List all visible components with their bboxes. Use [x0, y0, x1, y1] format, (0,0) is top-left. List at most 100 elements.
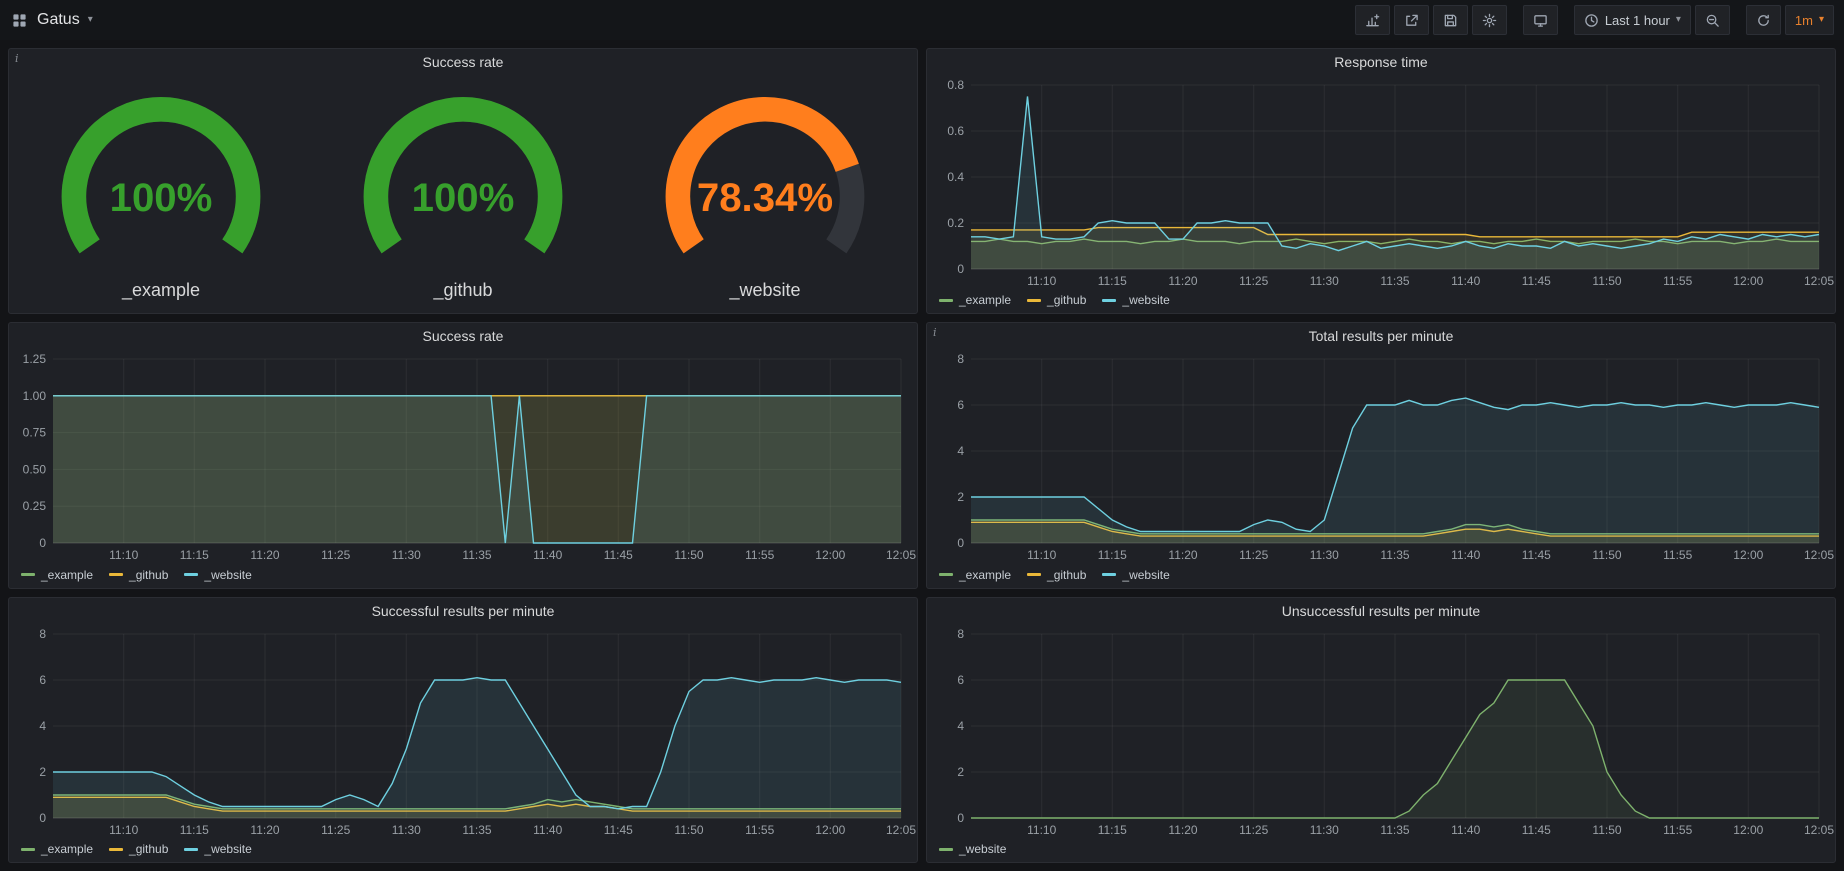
y-axis-tick-label: 0.50: [23, 463, 47, 477]
legend-item-_github[interactable]: _github: [1027, 293, 1086, 307]
gauge-label: _github: [433, 280, 492, 301]
save-dashboard-button[interactable]: [1433, 5, 1468, 35]
panel-title[interactable]: Success rate: [423, 54, 504, 70]
dashboard-grid-button[interactable]: [10, 5, 29, 35]
refresh-icon: [1756, 13, 1771, 28]
x-axis-tick-label: 12:05: [1804, 548, 1834, 562]
legend-item-_example[interactable]: _example: [21, 568, 93, 582]
x-axis-tick-label: 11:30: [392, 548, 421, 562]
x-axis-tick-label: 11:50: [674, 823, 703, 837]
chart-canvas[interactable]: 00.250.500.751.001.2511:1011:1511:2011:2…: [9, 349, 917, 565]
gauge-value: 100%: [110, 175, 213, 220]
chart-canvas[interactable]: 0246811:1011:1511:2011:2511:3011:3511:40…: [9, 624, 917, 840]
x-axis-tick-label: 11:50: [674, 548, 703, 562]
x-axis-tick-label: 11:10: [1027, 823, 1056, 837]
panel-header: Unsuccessful results per minute: [927, 598, 1835, 624]
panel-title[interactable]: Unsuccessful results per minute: [1282, 603, 1480, 619]
total-results-chart[interactable]: 0246811:1011:1511:2011:2511:3011:3511:40…: [927, 349, 1835, 565]
panel-info-icon[interactable]: i: [15, 52, 19, 65]
legend-item-_github[interactable]: _github: [109, 568, 168, 582]
share-dashboard-button[interactable]: [1394, 5, 1429, 35]
success-rate-chart[interactable]: 00.250.500.751.001.2511:1011:1511:2011:2…: [9, 349, 917, 565]
unsuccessful-results-chart[interactable]: 0246811:1011:1511:2011:2511:3011:3511:40…: [927, 624, 1835, 840]
x-axis-tick-label: 11:35: [1380, 823, 1409, 837]
panel-unsuccessful-results: Unsuccessful results per minute 0246811:…: [926, 597, 1836, 863]
successful-results-chart[interactable]: 0246811:1011:1511:2011:2511:3011:3511:40…: [9, 624, 917, 840]
legend-item-_example[interactable]: _example: [21, 842, 93, 856]
legend-item-_example[interactable]: _example: [939, 293, 1011, 307]
legend-item-_website[interactable]: _website: [939, 842, 1006, 856]
gauge-_github: 100%_github: [329, 88, 597, 301]
panel-title[interactable]: Response time: [1334, 54, 1427, 70]
y-axis-tick-label: 0.8: [947, 78, 964, 92]
y-axis-tick-label: 1.00: [23, 389, 47, 403]
x-axis-tick-label: 11:40: [1451, 548, 1480, 562]
legend-series-name: _example: [959, 293, 1011, 307]
x-axis-tick-label: 11:45: [1522, 274, 1551, 288]
legend-item-_website[interactable]: _website: [1102, 568, 1169, 582]
legend-item-_website[interactable]: _website: [184, 568, 251, 582]
panel-title[interactable]: Success rate: [423, 328, 504, 344]
grid-icon: [12, 13, 27, 28]
x-axis-tick-label: 11:10: [1027, 548, 1056, 562]
panel-title[interactable]: Total results per minute: [1309, 328, 1454, 344]
legend-item-_website[interactable]: _website: [184, 842, 251, 856]
zoom-out-time-range-button[interactable]: [1695, 5, 1730, 35]
refresh-interval-dropdown[interactable]: 1m ▾: [1785, 5, 1834, 35]
legend-item-_example[interactable]: _example: [939, 568, 1011, 582]
legend-item-_website[interactable]: _website: [1102, 293, 1169, 307]
x-axis-tick-label: 11:45: [1522, 823, 1551, 837]
panel-success-rate-timeseries: Success rate 00.250.500.751.001.2511:101…: [8, 322, 918, 588]
refresh-button[interactable]: [1746, 5, 1781, 35]
x-axis-tick-label: 11:30: [1310, 548, 1339, 562]
x-axis-tick-label: 11:45: [604, 548, 633, 562]
x-axis-tick-label: 11:35: [462, 823, 491, 837]
x-axis-tick-label: 11:55: [1663, 548, 1692, 562]
series-area-_website: [971, 398, 1819, 543]
cycle-view-mode-button[interactable]: [1523, 5, 1558, 35]
y-axis-tick-label: 0: [957, 262, 964, 276]
x-axis-tick-label: 11:20: [1168, 823, 1197, 837]
legend-color-mark: [184, 573, 198, 576]
time-range-label: Last 1 hour: [1605, 13, 1670, 28]
x-axis-tick-label: 12:00: [1733, 274, 1763, 288]
chart-canvas[interactable]: 0246811:1011:1511:2011:2511:3011:3511:40…: [927, 349, 1835, 565]
legend-series-name: _website: [1122, 568, 1169, 582]
chart-canvas[interactable]: 00.20.40.60.811:1011:1511:2011:2511:3011…: [927, 75, 1835, 291]
x-axis-tick-label: 11:10: [109, 823, 138, 837]
x-axis-tick-label: 11:10: [1027, 274, 1056, 288]
dashboard-title[interactable]: Gatus: [37, 11, 80, 29]
dashboard-title-chevron-down-icon[interactable]: ▾: [88, 15, 93, 25]
panel-info-icon[interactable]: i: [933, 326, 937, 339]
x-axis-tick-label: 11:25: [1239, 274, 1268, 288]
x-axis-tick-label: 11:45: [1522, 548, 1551, 562]
y-axis-tick-label: 0: [39, 811, 46, 825]
response-time-chart[interactable]: 00.20.40.60.811:1011:1511:2011:2511:3011…: [927, 75, 1835, 291]
x-axis-tick-label: 11:10: [109, 548, 138, 562]
legend-series-name: _github: [129, 568, 168, 582]
chart-canvas[interactable]: 0246811:1011:1511:2011:2511:3011:3511:40…: [927, 624, 1835, 840]
legend-item-_github[interactable]: _github: [1027, 568, 1086, 582]
dashboard-grid: i Success rate 100%_example100%_github78…: [0, 40, 1844, 871]
time-range-picker-button[interactable]: Last 1 hour ▾: [1574, 5, 1691, 35]
legend-item-_github[interactable]: _github: [109, 842, 168, 856]
series-area-_website: [53, 677, 901, 817]
x-axis-tick-label: 11:25: [321, 823, 350, 837]
panel-header: i Success rate: [9, 49, 917, 75]
add-panel-button[interactable]: [1355, 5, 1390, 35]
x-axis-tick-label: 12:05: [886, 823, 916, 837]
x-axis-tick-label: 11:20: [1168, 274, 1197, 288]
x-axis-tick-label: 11:55: [1663, 274, 1692, 288]
y-axis-tick-label: 0.75: [23, 426, 47, 440]
navbar-right: Last 1 hour ▾ 1m ▾: [1355, 5, 1834, 35]
legend-series-name: _website: [204, 842, 251, 856]
save-icon: [1443, 13, 1458, 28]
y-axis-tick-label: 0: [39, 536, 46, 550]
legend-color-mark: [939, 848, 953, 851]
x-axis-tick-label: 11:55: [1663, 823, 1692, 837]
panel-title[interactable]: Successful results per minute: [372, 603, 555, 619]
dashboard-settings-button[interactable]: [1472, 5, 1507, 35]
navbar-left: Gatus ▾: [10, 5, 93, 35]
x-axis-tick-label: 11:40: [533, 548, 562, 562]
x-axis-tick-label: 11:30: [392, 823, 421, 837]
